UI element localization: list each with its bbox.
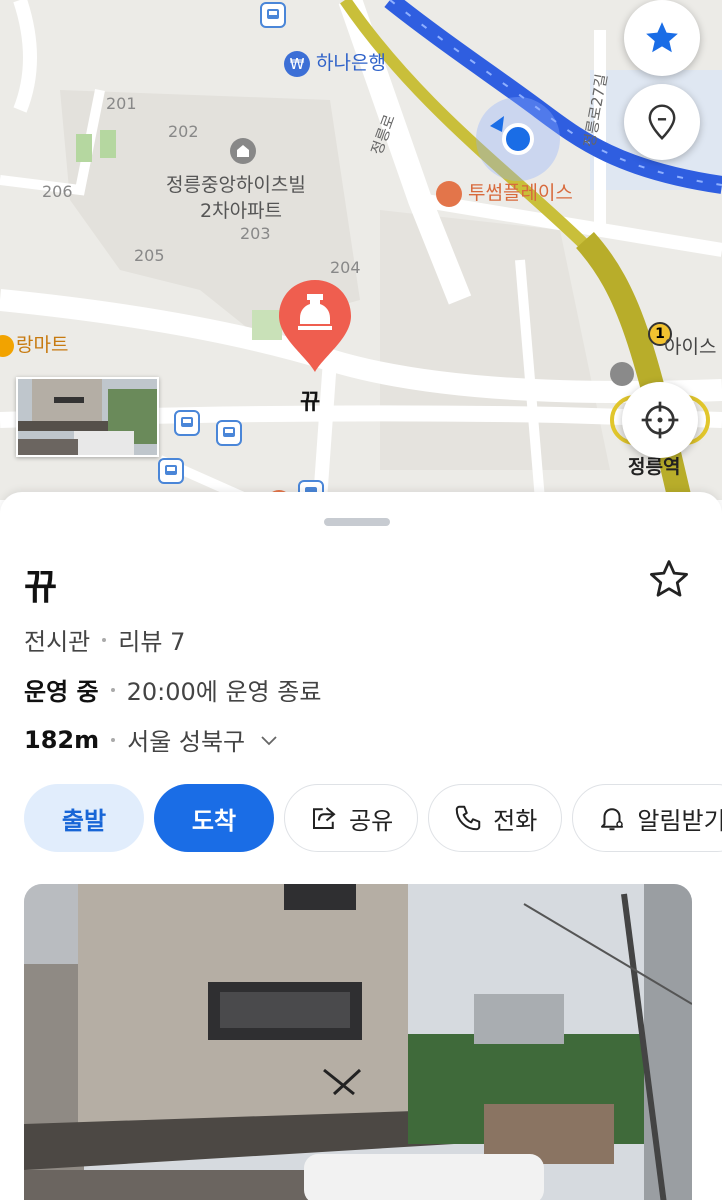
bank-label[interactable]: ₩ 하나은행 <box>284 48 386 77</box>
place-photo[interactable] <box>24 884 692 1200</box>
place-pin-icon[interactable] <box>276 278 354 374</box>
cafe-label[interactable]: 투썸플레이스 <box>436 178 573 207</box>
mart-name: 랑마트 <box>16 334 69 356</box>
building-number: 203 <box>240 224 271 243</box>
map-view[interactable]: ₩ 하나은행 정릉중앙하이츠빌 2차아파트 투썸플레이스 랑마트 정릉로 정릉로2… <box>0 0 722 500</box>
hours-row[interactable]: 운영 중 20:00에 운영 종료 <box>24 672 321 707</box>
separator-dot <box>111 737 116 742</box>
current-location-button[interactable] <box>622 382 698 458</box>
chevron-down-icon <box>261 735 277 745</box>
share-icon <box>313 807 336 829</box>
building-number: 201 <box>106 94 137 113</box>
phone-icon <box>455 805 481 831</box>
save-place-button[interactable] <box>644 554 694 604</box>
category-row: 전시관 리뷰 7 <box>24 622 185 657</box>
place-detail-sheet[interactable]: 뀨 전시관 리뷰 7 운영 중 20:00에 운영 종료 182m 서울 성북구… <box>0 492 722 1200</box>
building-number: 205 <box>134 246 165 265</box>
crosshair-icon <box>641 401 679 439</box>
closing-time: 20:00에 운영 종료 <box>126 678 322 706</box>
review-label: 리뷰 <box>118 628 163 656</box>
pin-place-label: 뀨 <box>300 390 321 415</box>
cafe-icon <box>436 180 462 207</box>
apartment-label-line2[interactable]: 2차아파트 <box>200 196 282 223</box>
bus-stop-icon[interactable] <box>174 410 200 436</box>
notify-label: 알림받기 <box>637 806 722 835</box>
region-text: 서울 성북구 <box>127 728 246 756</box>
sheet-drag-handle[interactable] <box>324 518 390 526</box>
star-filled-icon <box>646 22 678 53</box>
notify-button[interactable]: 알림받기 <box>572 784 722 852</box>
mart-icon <box>0 334 14 357</box>
partial-poi-label[interactable]: 아이스 <box>664 332 716 359</box>
bus-stop-icon[interactable] <box>260 2 286 28</box>
share-button[interactable]: 공유 <box>284 784 419 852</box>
cafe-name: 투썸플레이스 <box>468 182 573 204</box>
star-outline-icon <box>650 560 688 597</box>
category-text: 전시관 <box>24 628 91 656</box>
building-number: 202 <box>168 122 199 141</box>
location-row[interactable]: 182m 서울 성북구 <box>24 722 281 757</box>
location-pin-button[interactable] <box>624 84 700 160</box>
call-label: 전화 <box>493 806 538 835</box>
separator-dot <box>110 687 115 692</box>
arrive-button[interactable]: 도착 <box>154 784 274 852</box>
review-count: 7 <box>170 628 186 656</box>
bank-icon: ₩ <box>284 51 310 77</box>
building-number: 206 <box>42 182 73 201</box>
favorites-button[interactable] <box>624 0 700 76</box>
bell-icon <box>601 808 624 831</box>
bus-stop-icon[interactable] <box>158 458 184 484</box>
call-button[interactable]: 전화 <box>428 784 563 852</box>
mart-label[interactable]: 랑마트 <box>0 330 68 357</box>
share-label: 공유 <box>349 806 394 835</box>
separator-dot <box>102 637 107 642</box>
building-number: 204 <box>330 258 361 277</box>
action-buttons: 출발 도착 공유 전화 알림받기 <box>24 784 722 852</box>
depart-button[interactable]: 출발 <box>24 784 144 852</box>
review-link[interactable]: 리뷰 7 <box>118 622 185 657</box>
distance-text: 182m <box>24 725 100 754</box>
bus-stop-icon[interactable] <box>216 420 242 446</box>
apartment-icon <box>230 138 256 164</box>
apartment-label-line1[interactable]: 정릉중앙하이츠빌 <box>166 170 306 197</box>
poi-icon <box>610 362 634 386</box>
place-title: 뀨 <box>24 567 58 608</box>
map-pin-outline-icon <box>648 104 676 141</box>
street-view-image <box>18 379 157 455</box>
street-view-thumbnail[interactable] <box>16 377 159 457</box>
street-photo-image <box>24 884 692 1200</box>
bank-name: 하나은행 <box>316 52 386 74</box>
open-status: 운영 중 <box>24 678 99 706</box>
